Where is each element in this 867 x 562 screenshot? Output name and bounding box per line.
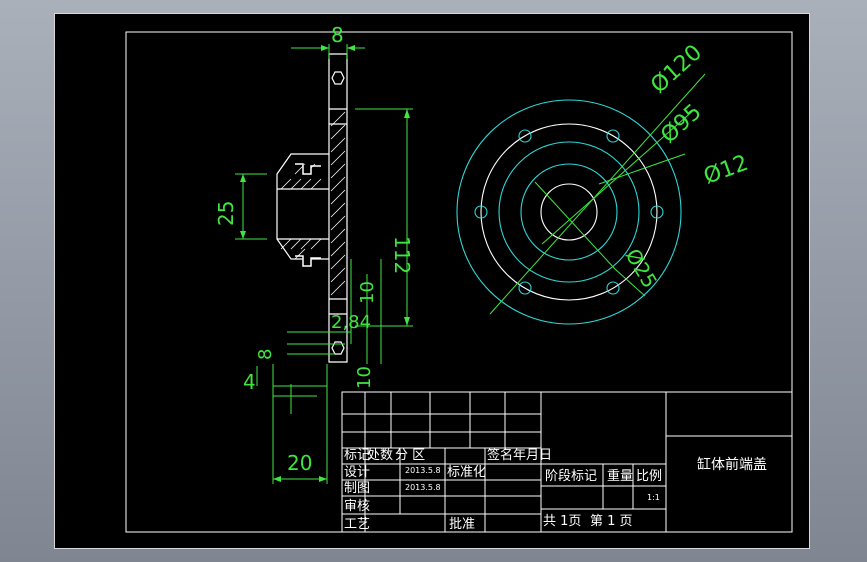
bore-circle [540,183,598,241]
label-sign: 签名 [487,447,513,463]
dia-12: Ø12 [701,151,752,190]
section-hatch [280,111,346,296]
dim-bore-25: 25 [214,201,238,226]
groove-notches [295,163,321,267]
label-weight: 重量 [607,468,633,484]
label-review: 审核 [344,499,370,514]
dia-95: Ø95 [656,100,706,149]
plan-view [456,99,682,325]
dimension-lines [235,44,413,484]
drawing-canvas[interactable]: 8 112 25 10 2,84 8 4 10 20 Ø120 Ø95 Ø12 … [54,13,810,549]
drawing-title: 缸体前端盖 [697,456,767,473]
label-stage-mark: 阶段标记 [545,469,597,484]
dimension-arrows [240,45,410,482]
label-scale: 比例 [636,469,662,484]
design-date: 2013.5.8 [405,466,441,475]
inner-circle [520,163,618,261]
label-zone: 分 区 [395,448,425,463]
scale-value: 1:1 [647,493,660,502]
cad-drawing: 8 112 25 10 2,84 8 4 10 20 Ø120 Ø95 Ø12 … [125,23,793,533]
sheets-total: 共 1页 [543,514,581,529]
dia-120: Ø120 [646,40,707,98]
label-count: 处数 [367,448,393,463]
mid-circle [498,141,640,283]
dim-8: 8 [255,349,276,360]
label-design: 设计 [344,465,370,480]
drawing-date: 2013.5.8 [405,483,441,492]
label-process: 工艺 [344,517,370,532]
label-standardize: 标准化 [447,465,486,480]
sheet-no: 第 1 页 [590,514,633,529]
dim-20: 20 [287,451,312,475]
dim-top-width: 8 [331,23,344,47]
dim-10a: 10 [357,281,378,304]
dim-2-84: 2,84 [331,312,371,333]
label-date: 年月日 [513,448,552,463]
dim-4: 4 [243,370,256,394]
dim-height-112: 112 [390,236,414,274]
dim-10b: 10 [354,366,375,389]
outer-circle [456,99,682,325]
label-drawing: 制图 [344,481,370,496]
label-approve: 批准 [449,517,475,532]
title-block-text: 标记 处数 分 区 签名 年月日 设计 2013.5.8 标准化 制图 2013… [344,447,767,532]
